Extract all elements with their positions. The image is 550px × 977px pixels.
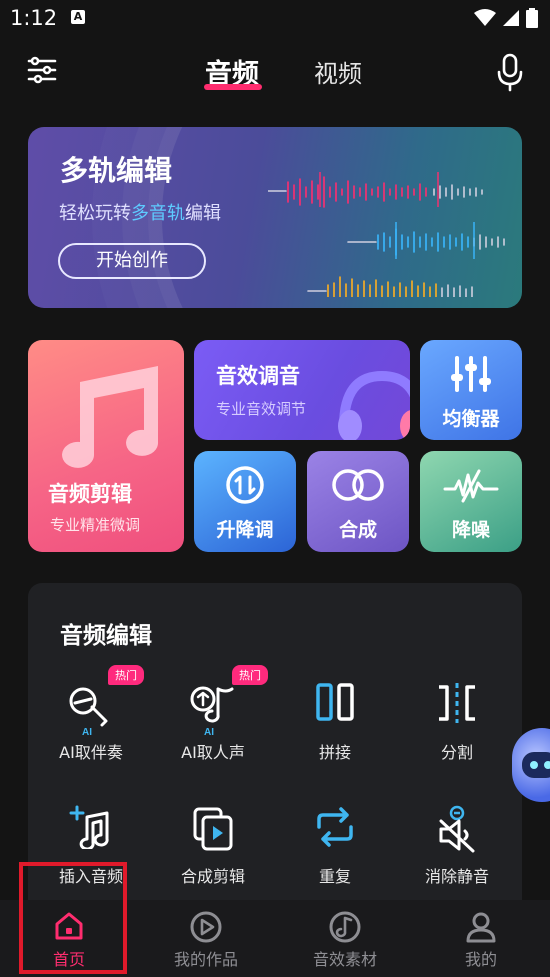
tile-pitch[interactable]: 升降调 [194, 451, 296, 552]
panel-title: 音频编辑 [60, 623, 152, 649]
svg-text:AI: AI [204, 727, 214, 735]
banner-title: 多轨编辑 [60, 154, 173, 187]
tool-label: 拼接 [318, 743, 351, 762]
tile-sound-effect[interactable]: 音效调音 专业音效调节 [194, 340, 410, 440]
tile-audio-edit[interactable]: 音频剪辑 专业精准微调 [28, 340, 184, 552]
system-icons [474, 8, 538, 28]
signal-icon [503, 10, 519, 26]
insert-note-icon [69, 805, 109, 849]
mute-speaker-icon [439, 805, 475, 853]
nav-label: 我的作品 [173, 950, 238, 969]
tile-mix[interactable]: 合成 [307, 451, 409, 552]
denoise-wave-icon [443, 469, 499, 503]
tab-audio-indicator [204, 84, 262, 90]
pitch-updown-icon [226, 466, 264, 504]
tile-mix-label: 合成 [338, 519, 377, 541]
tile-audio-edit-subtitle: 专业精准微调 [50, 516, 141, 534]
tile-sound-effect-title: 音效调音 [216, 364, 300, 388]
settings-sliders-icon[interactable] [26, 54, 58, 86]
hot-badge: 热门 [232, 665, 268, 685]
hot-badge: 热门 [108, 665, 144, 685]
play-circle-icon [190, 911, 222, 943]
tile-pitch-label: 升降调 [216, 519, 274, 541]
ai-mic-icon: AI [69, 687, 108, 735]
merge-play-icon [193, 807, 233, 851]
user-icon [466, 912, 496, 943]
music-note-icon [62, 366, 159, 468]
tile-equalizer-label: 均衡器 [442, 408, 500, 430]
tile-audio-edit-title: 音频剪辑 [48, 482, 132, 506]
tile-equalizer[interactable]: 均衡器 [420, 340, 522, 440]
tile-sound-effect-subtitle: 专业音效调节 [216, 400, 307, 418]
repeat-icon [317, 807, 353, 847]
tool-label: 消除静音 [424, 867, 489, 886]
status-bar: 1:12 A [0, 0, 550, 36]
svg-text:AI: AI [82, 727, 92, 735]
tile-denoise-label: 降噪 [451, 519, 490, 541]
mix-circles-icon [332, 469, 384, 501]
battery-icon [526, 8, 538, 28]
banner-subtitle: 轻松玩转多音轨编辑 [59, 203, 221, 224]
microphone-icon[interactable] [496, 52, 524, 92]
ai-vocal-icon: AI [190, 686, 234, 735]
start-create-button[interactable]: 开始创作 [58, 243, 206, 279]
music-download-icon [329, 911, 361, 943]
tool-label: 合成剪辑 [180, 867, 245, 886]
status-time: 1:12 [10, 6, 58, 30]
nav-my-works[interactable]: 我的作品 [151, 900, 261, 977]
tile-denoise[interactable]: 降噪 [420, 451, 522, 552]
tool-label: 重复 [318, 867, 351, 886]
headphones-icon [338, 370, 410, 440]
nav-label: 我的 [464, 950, 497, 969]
tool-label: AI取伴奏 [59, 743, 123, 762]
wifi-icon [474, 9, 496, 26]
notification-a-icon: A [71, 10, 85, 24]
highlight-box [19, 862, 127, 974]
split-icon [439, 683, 475, 723]
nav-sound-materials[interactable]: 音效素材 [290, 900, 400, 977]
nav-label: 音效素材 [312, 950, 377, 969]
tool-label: AI取人声 [181, 743, 245, 762]
multitrack-banner[interactable]: 多轨编辑 轻松玩转多音轨编辑 开始创作 [28, 127, 522, 308]
tab-video[interactable]: 视频 [314, 54, 362, 89]
top-header: 音频 视频 [0, 44, 550, 100]
tool-label: 分割 [440, 743, 473, 762]
splice-icon [316, 683, 354, 721]
nav-profile[interactable]: 我的 [426, 900, 536, 977]
equalizer-icon [451, 356, 491, 392]
multitrack-waveform-illustration [268, 172, 505, 297]
